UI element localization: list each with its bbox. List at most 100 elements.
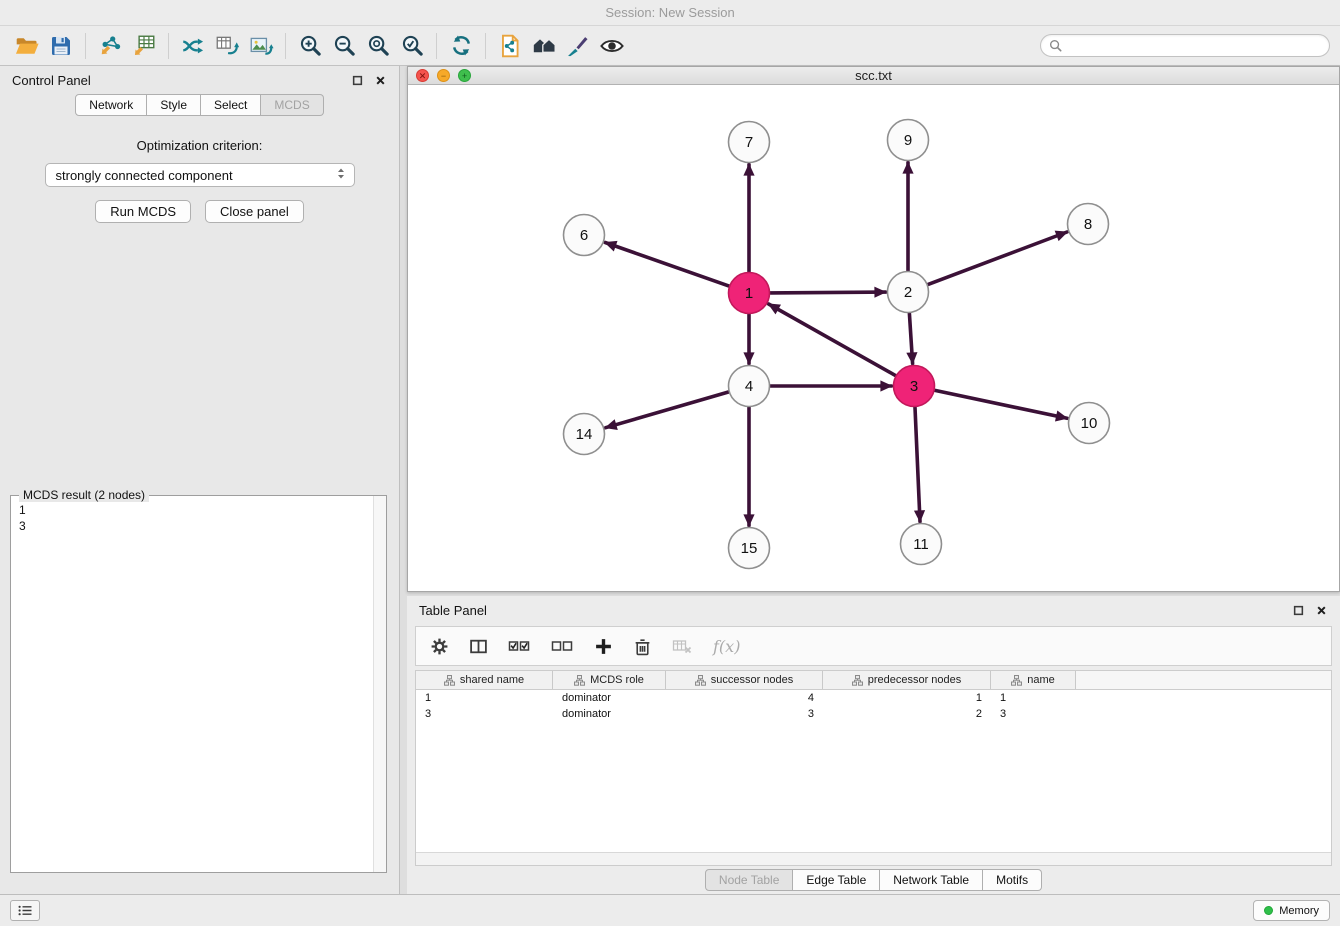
node-10[interactable]: 10 xyxy=(1069,403,1110,444)
search-input[interactable] xyxy=(1067,39,1321,53)
table-panel: Table Panel xyxy=(407,596,1340,894)
node-label: 8 xyxy=(1084,216,1092,233)
select-all-icon[interactable] xyxy=(508,638,531,654)
add-column-icon[interactable] xyxy=(594,637,613,656)
float-panel-icon[interactable] xyxy=(351,74,364,87)
main-area: Control Panel NetworkStyleSelectMCDS Opt… xyxy=(0,66,1340,894)
optimization-dropdown[interactable]: strongly connected component xyxy=(45,163,355,187)
mcds-result-list: 13 xyxy=(11,496,386,540)
tab-edge-table[interactable]: Edge Table xyxy=(793,869,880,891)
show-hide-icon[interactable] xyxy=(595,31,629,61)
tab-select[interactable]: Select xyxy=(201,94,261,116)
close-window-icon[interactable]: ✕ xyxy=(416,69,429,82)
edge-3-10[interactable] xyxy=(935,390,1067,418)
trash-icon[interactable] xyxy=(633,637,652,656)
table-row[interactable]: 3dominator323 xyxy=(416,706,1331,722)
edge-3-1[interactable] xyxy=(769,304,896,375)
tab-motifs[interactable]: Motifs xyxy=(983,869,1042,891)
cell-predecessor-nodes[interactable]: 2 xyxy=(823,708,991,720)
new-network-icon[interactable] xyxy=(176,31,210,61)
tab-network-table[interactable]: Network Table xyxy=(880,869,983,891)
cell-successor-nodes[interactable]: 3 xyxy=(666,708,823,720)
result-scrollbar[interactable] xyxy=(373,496,386,872)
network-view[interactable]: 1 2 3 4 6 7 8 9 10 11 14 15 xyxy=(408,85,1339,591)
node-9[interactable]: 9 xyxy=(888,120,929,161)
column-header-shared-name[interactable]: shared name xyxy=(416,671,553,689)
cell-name[interactable]: 1 xyxy=(991,692,1076,704)
memory-button[interactable]: Memory xyxy=(1253,900,1330,921)
apply-style-icon[interactable] xyxy=(561,31,595,61)
cell-successor-nodes[interactable]: 4 xyxy=(666,692,823,704)
node-3[interactable]: 3 xyxy=(894,366,935,407)
import-network-icon[interactable] xyxy=(93,31,127,61)
column-header-mcds-role[interactable]: MCDS role xyxy=(553,671,666,689)
split-view-icon[interactable] xyxy=(469,637,488,656)
toolbar-separator xyxy=(168,33,169,59)
edge-1-6[interactable] xyxy=(605,243,729,286)
network-and-table-icon[interactable] xyxy=(210,31,244,61)
table-row[interactable]: 1dominator411 xyxy=(416,690,1331,706)
save-icon[interactable] xyxy=(44,31,78,61)
node-11[interactable]: 11 xyxy=(901,524,942,565)
edge-2-3[interactable] xyxy=(909,314,912,364)
node-label: 14 xyxy=(576,426,593,443)
edge-2-8[interactable] xyxy=(928,232,1067,284)
dropdown-value: strongly connected component xyxy=(56,168,233,183)
edge-1-2[interactable] xyxy=(771,292,886,293)
tab-node-table[interactable]: Node Table xyxy=(705,869,794,891)
zoom-selected-icon[interactable] xyxy=(395,31,429,61)
open-folder-icon[interactable] xyxy=(10,31,44,61)
export-image-icon[interactable] xyxy=(244,31,278,61)
clone-network-icon[interactable] xyxy=(493,31,527,61)
close-table-panel-icon[interactable] xyxy=(1315,604,1328,617)
control-panel-title: Control Panel xyxy=(12,73,91,88)
column-header-name[interactable]: name xyxy=(991,671,1076,689)
function-builder-icon: f(x) xyxy=(713,637,740,656)
cell-predecessor-nodes[interactable]: 1 xyxy=(823,692,991,704)
column-header-successor-nodes[interactable]: successor nodes xyxy=(666,671,823,689)
mcds-result-title: MCDS result (2 nodes) xyxy=(19,488,149,502)
close-panel-button[interactable]: Close panel xyxy=(205,200,304,223)
node-1[interactable]: 1 xyxy=(729,273,770,314)
network-titlebar: ✕ − + scc.txt xyxy=(408,67,1339,85)
unselect-all-icon[interactable] xyxy=(551,638,574,654)
delete-table-icon xyxy=(672,637,693,655)
search-field[interactable] xyxy=(1040,34,1330,57)
node-6[interactable]: 6 xyxy=(564,215,605,256)
node-7[interactable]: 7 xyxy=(729,122,770,163)
column-header-predecessor-nodes[interactable]: predecessor nodes xyxy=(823,671,991,689)
maximize-window-icon[interactable]: + xyxy=(458,69,471,82)
table-horizontal-scrollbar[interactable] xyxy=(416,852,1331,865)
node-2[interactable]: 2 xyxy=(888,272,929,313)
zoom-in-icon[interactable] xyxy=(293,31,327,61)
home-layout-icon[interactable] xyxy=(527,31,561,61)
memory-label: Memory xyxy=(1279,905,1319,917)
cell-shared-name[interactable]: 1 xyxy=(416,692,553,704)
optimization-label: Optimization criterion: xyxy=(0,138,399,153)
import-table-icon[interactable] xyxy=(127,31,161,61)
zoom-out-icon[interactable] xyxy=(327,31,361,61)
cell-mcds-role[interactable]: dominator xyxy=(553,692,666,704)
node-8[interactable]: 8 xyxy=(1068,204,1109,245)
refresh-icon[interactable] xyxy=(444,31,478,61)
tab-mcds[interactable]: MCDS xyxy=(261,94,323,116)
close-panel-icon[interactable] xyxy=(374,74,387,87)
run-mcds-button[interactable]: Run MCDS xyxy=(95,200,191,223)
cell-shared-name[interactable]: 3 xyxy=(416,708,553,720)
sort-tree-icon xyxy=(695,675,706,686)
zoom-fit-icon[interactable] xyxy=(361,31,395,61)
tab-network[interactable]: Network xyxy=(75,94,147,116)
node-14[interactable]: 14 xyxy=(564,414,605,455)
minimize-window-icon[interactable]: − xyxy=(437,69,450,82)
node-label: 2 xyxy=(904,284,912,301)
cell-name[interactable]: 3 xyxy=(991,708,1076,720)
tab-style[interactable]: Style xyxy=(147,94,201,116)
cell-mcds-role[interactable]: dominator xyxy=(553,708,666,720)
node-15[interactable]: 15 xyxy=(729,528,770,569)
edge-4-14[interactable] xyxy=(606,392,729,428)
task-history-button[interactable] xyxy=(10,900,40,921)
edge-3-11[interactable] xyxy=(915,408,920,522)
gear-icon[interactable] xyxy=(430,637,449,656)
node-4[interactable]: 4 xyxy=(729,366,770,407)
float-table-panel-icon[interactable] xyxy=(1292,604,1305,617)
